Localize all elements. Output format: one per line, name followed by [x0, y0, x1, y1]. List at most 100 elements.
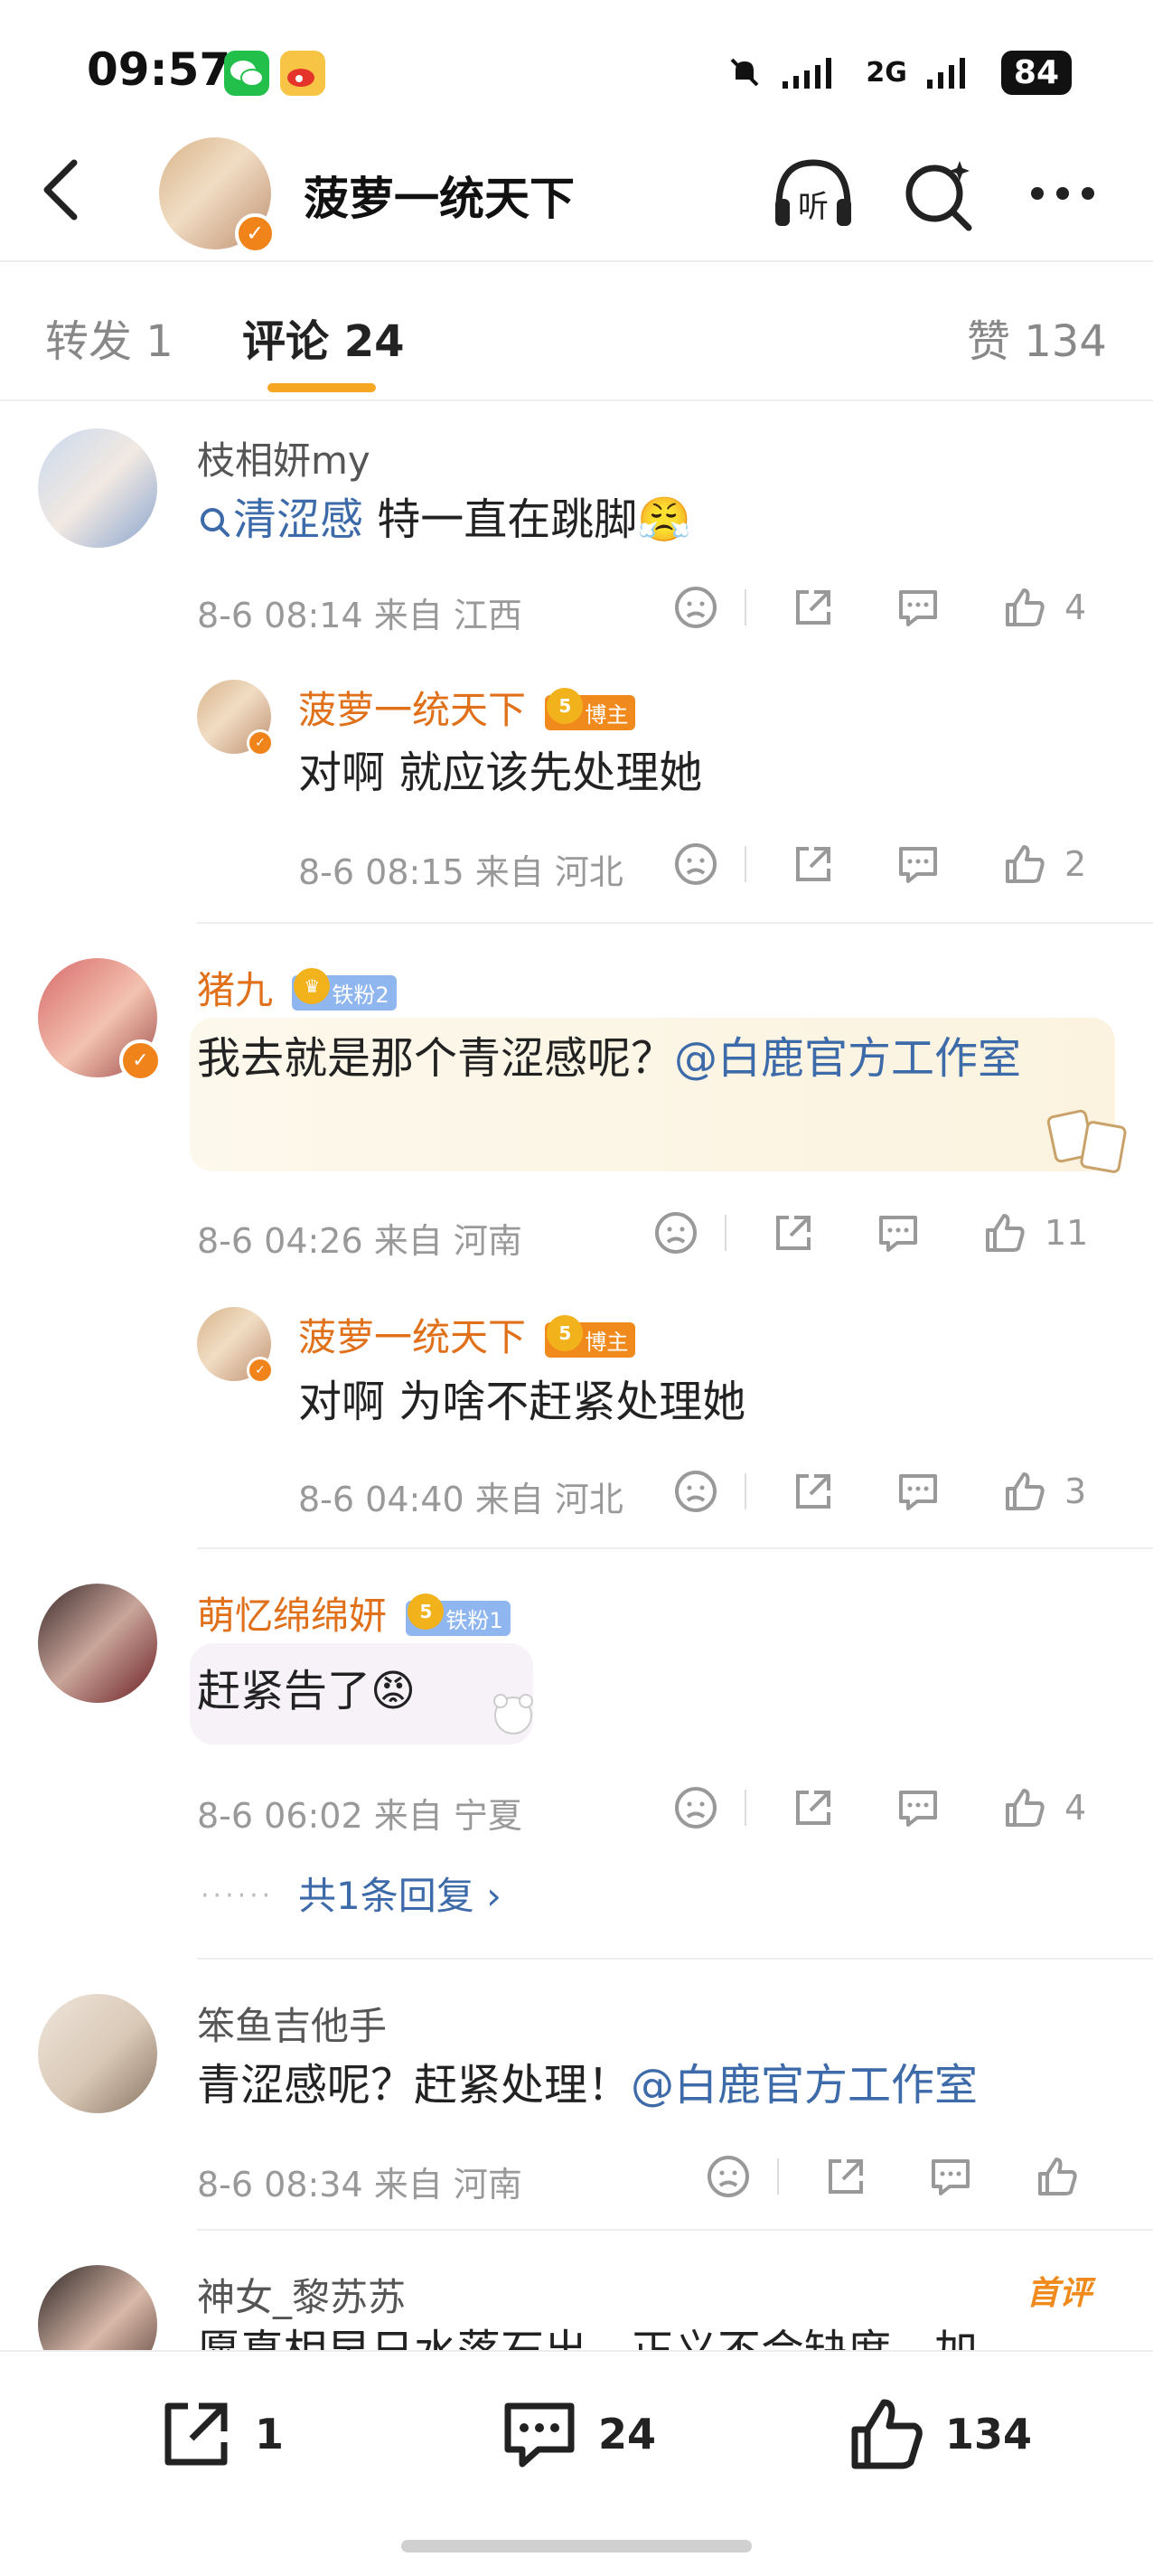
reply-button[interactable]	[891, 837, 945, 891]
comment-text: 赶紧告了😡	[197, 1666, 417, 1716]
dislike-button[interactable]	[669, 1464, 723, 1518]
action-separator	[725, 1215, 726, 1251]
blogger-avatar[interactable]: ✓	[159, 137, 276, 254]
like-count-total: 134	[945, 2410, 1033, 2458]
reply-button[interactable]	[891, 580, 945, 635]
comment-icon	[899, 1791, 937, 1827]
comment-icon	[899, 847, 937, 883]
reply-username[interactable]: 菠萝一统天下	[298, 688, 526, 732]
network-type: 2G	[866, 56, 907, 89]
comment-divider	[197, 1547, 1153, 1549]
share-icon	[796, 1791, 830, 1825]
fortune-tiles-icon	[1046, 1109, 1127, 1173]
share-button[interactable]	[819, 2149, 873, 2204]
reply-user: 菠萝一统天下 5 博主	[298, 680, 636, 735]
crown-icon: ♛	[294, 968, 331, 1004]
commenter-avatar[interactable]	[38, 1584, 157, 1703]
verified-icon: ✓	[246, 729, 275, 757]
reply-user: 菠萝一统天下 5 博主	[298, 1307, 636, 1362]
bottom-like-button[interactable]: 134	[846, 2393, 1032, 2475]
reply-button[interactable]	[891, 1464, 945, 1518]
bottom-repost-button[interactable]: 1	[155, 2393, 284, 2475]
dislike-button[interactable]	[669, 580, 723, 635]
share-icon	[796, 847, 830, 881]
commenter-name[interactable]: 笨鱼吉他手	[197, 1996, 387, 2051]
bottom-comment-button[interactable]: 24	[499, 2393, 656, 2475]
commenter-user: 萌忆绵绵妍 5 铁粉1	[197, 1585, 511, 1641]
more-dots-icon	[1031, 187, 1094, 200]
tabs-divider	[0, 400, 1153, 401]
like-button[interactable]	[998, 1464, 1052, 1518]
like-button[interactable]	[998, 837, 1052, 891]
view-replies-link[interactable]: 共1条回复 ›	[298, 1866, 502, 1921]
reply-button[interactable]	[923, 2149, 978, 2204]
page-title: 菠萝一统天下	[304, 173, 575, 225]
tab-likes[interactable]: 赞 134	[967, 306, 1107, 369]
share-button[interactable]	[786, 580, 840, 635]
search-button[interactable]	[896, 154, 983, 235]
reply-button[interactable]	[891, 1781, 945, 1835]
comment-actions: 11	[649, 1206, 1088, 1260]
topic-link[interactable]: 清涩感	[197, 494, 363, 545]
reply-avatar[interactable]: ✓	[197, 680, 275, 757]
comment-icon	[899, 1474, 937, 1510]
commenter-name[interactable]: 神女_黎苏苏	[197, 2267, 406, 2322]
more-button[interactable]	[1023, 154, 1110, 235]
share-icon	[829, 2159, 863, 2194]
like-button[interactable]	[998, 580, 1052, 635]
battery-level: 84	[1000, 50, 1072, 95]
mention-link[interactable]: @白鹿官方工作室	[674, 1033, 1021, 1084]
mention-link[interactable]: @白鹿官方工作室	[631, 2060, 978, 2111]
badge-label: 博主	[585, 702, 629, 728]
share-icon	[164, 2402, 228, 2466]
share-button[interactable]	[786, 1464, 840, 1518]
tab-comments[interactable]: 评论 24	[242, 306, 405, 369]
tab-reposts[interactable]: 转发 1	[45, 306, 173, 369]
unhappy-face-icon	[675, 1471, 717, 1512]
reply-button[interactable]	[871, 1206, 925, 1260]
thumbs-up-icon	[1006, 1789, 1045, 1827]
listen-button[interactable]: 听	[770, 154, 857, 235]
commenter-avatar[interactable]	[38, 428, 157, 548]
topic-label: 清涩感	[233, 494, 364, 545]
back-button[interactable]	[36, 154, 90, 226]
share-button[interactable]	[786, 1781, 840, 1835]
comment-body: 特一直在跳脚😤	[363, 494, 692, 545]
like-button[interactable]	[1030, 2149, 1084, 2204]
header-divider	[0, 260, 1153, 262]
home-indicator[interactable]	[401, 2540, 752, 2552]
first-comment-tag: 首评	[1026, 2275, 1092, 2312]
headphones-icon: 听	[775, 159, 851, 226]
action-separator	[745, 589, 746, 625]
chevron-left-icon	[43, 159, 78, 221]
commenter-name[interactable]: 萌忆绵绵妍	[197, 1594, 387, 1638]
comment-body: 我去就是那个青涩感呢？	[197, 1033, 675, 1084]
like-count: 4	[1064, 588, 1087, 627]
bear-sticker-icon	[493, 1694, 533, 1735]
dislike-button[interactable]	[669, 1781, 723, 1835]
dislike-button[interactable]	[701, 2149, 755, 2204]
commenter-name[interactable]: 枝相妍my	[197, 430, 370, 485]
search-icon	[201, 508, 230, 537]
commenter-name[interactable]: 猪九	[197, 968, 273, 1012]
thumbs-up-icon	[1006, 588, 1045, 626]
comment-text: 青涩感呢？赶紧处理！@白鹿官方工作室	[197, 2054, 978, 2117]
dislike-button[interactable]	[649, 1206, 703, 1260]
reply-username[interactable]: 菠萝一统天下	[298, 1315, 526, 1359]
blogger-badge: 5 博主	[545, 688, 636, 730]
like-button[interactable]	[998, 1781, 1052, 1835]
dislike-button[interactable]	[669, 837, 723, 891]
share-button[interactable]	[766, 1206, 820, 1260]
signal-icon	[783, 58, 832, 89]
commenter-avatar[interactable]	[38, 1994, 157, 2113]
comment-actions: 4	[669, 1781, 1086, 1835]
mute-bell-icon	[730, 58, 759, 87]
comment-text: 我去就是那个青涩感呢？@白鹿官方工作室	[197, 1027, 1083, 1090]
unhappy-face-icon	[655, 1212, 697, 1254]
thumbs-up-icon	[1038, 2158, 1077, 2195]
comment-body: 青涩感呢？赶紧处理！	[197, 2060, 632, 2111]
like-button[interactable]	[978, 1206, 1032, 1260]
commenter-avatar[interactable]: ✓	[38, 958, 163, 1083]
reply-avatar[interactable]: ✓	[197, 1307, 275, 1385]
share-button[interactable]	[786, 837, 840, 891]
